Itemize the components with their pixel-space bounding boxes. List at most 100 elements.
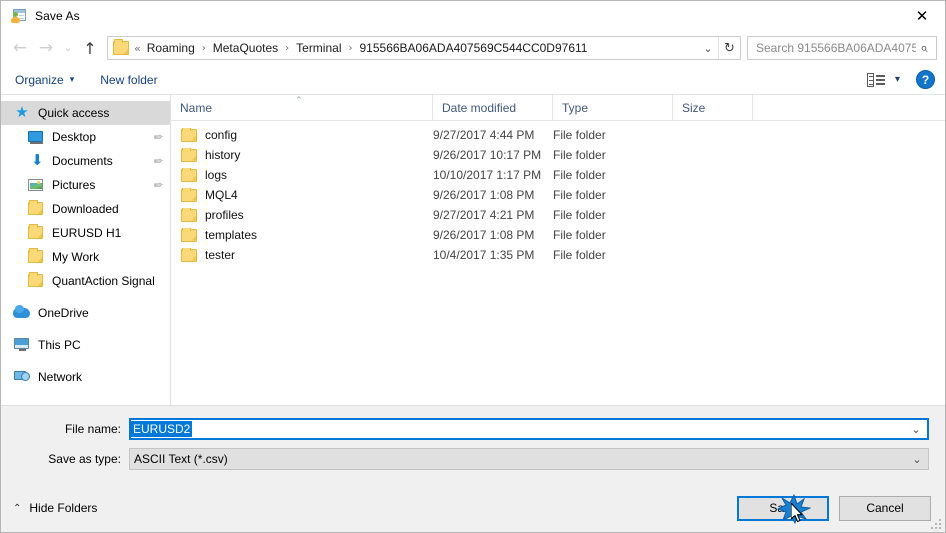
organize-button[interactable]: Organize ▾ — [15, 73, 74, 87]
chevron-up-icon: ⌃ — [13, 502, 22, 514]
dialog-footer: ⌃ Hide Folders Save Cancel — [1, 484, 945, 532]
folder-icon — [181, 128, 197, 142]
folder-icon — [181, 168, 197, 182]
breadcrumb-separator: › — [348, 42, 353, 54]
folder-icon — [27, 224, 45, 241]
breadcrumb-item-guid[interactable]: 915566BA06ADA407569C544CC0D97611 — [358, 41, 590, 55]
save-as-type-select[interactable]: ASCII Text (*.csv) ⌄ — [129, 448, 929, 470]
type-cell: File folder — [553, 208, 606, 222]
table-row[interactable]: history 9/26/2017 10:17 PM File folder — [171, 145, 945, 165]
chevron-down-icon: ▾ — [69, 74, 75, 85]
file-name-cell: templates — [171, 228, 433, 242]
sidebar-item-network[interactable]: Network — [1, 365, 170, 389]
pin-icon[interactable]: ✐ — [150, 177, 165, 193]
file-name-input[interactable]: EURUSD2 ⌄ — [129, 418, 929, 440]
column-header-type[interactable]: Type — [553, 95, 673, 120]
hide-folders-button[interactable]: ⌃ Hide Folders — [13, 501, 97, 515]
folder-icon — [27, 272, 45, 289]
column-headers: Name ⌃ Date modified Type Size — [171, 95, 945, 121]
cancel-button[interactable]: Cancel — [839, 495, 931, 521]
forward-icon[interactable]: → — [33, 35, 59, 61]
view-layout-icon[interactable] — [866, 72, 885, 87]
file-name-label: MQL4 — [205, 188, 238, 202]
column-header-date-modified[interactable]: Date modified — [433, 95, 553, 120]
table-row[interactable]: config 9/27/2017 4:44 PM File folder — [171, 125, 945, 145]
file-name-label: templates — [205, 228, 258, 242]
breadcrumb-item-terminal[interactable]: Terminal — [294, 41, 343, 55]
documents-icon: ⬇ — [31, 151, 44, 169]
table-row[interactable]: templates 9/26/2017 1:08 PM File folder — [171, 225, 945, 245]
sidebar-item-documents[interactable]: ⬇ Documents ✐ — [1, 149, 170, 173]
close-icon[interactable]: ✕ — [899, 1, 945, 31]
save-form: File name: EURUSD2 ⌄ Save as type: ASCII… — [1, 406, 945, 484]
sidebar-item-label: QuantAction Signal — [52, 274, 155, 288]
search-input[interactable]: Search 915566BA06ADA40756... — [756, 41, 916, 55]
sidebar-item-label: This PC — [38, 338, 81, 352]
address-bar[interactable]: « Roaming › MetaQuotes › Terminal › 9155… — [107, 36, 741, 60]
column-header-label: Name — [180, 100, 213, 115]
sidebar-item-label: Desktop — [52, 130, 97, 144]
pin-icon[interactable]: ✐ — [150, 129, 165, 145]
desktop-icon — [27, 129, 45, 145]
file-name-label: File name: — [64, 422, 121, 436]
folder-icon — [113, 39, 129, 55]
date-modified-cell: 9/26/2017 10:17 PM — [433, 148, 542, 162]
dialog-content: ★ Quick access Desktop ✐ ⬇ Documents ✐ P… — [1, 95, 945, 406]
breadcrumb-prefix: « — [134, 41, 141, 55]
sidebar-item-quantaction-signal[interactable]: QuantAction Signal — [1, 269, 170, 293]
breadcrumb-item-metaquotes[interactable]: MetaQuotes — [211, 41, 280, 55]
type-cell: File folder — [553, 248, 606, 262]
search-box[interactable]: Search 915566BA06ADA40756... ⌕ — [747, 36, 937, 60]
type-cell: File folder — [553, 168, 606, 182]
window-title: Save As — [35, 9, 80, 23]
type-cell: File folder — [553, 128, 606, 142]
pin-icon[interactable]: ✐ — [150, 153, 165, 169]
breadcrumb-item-roaming[interactable]: Roaming — [145, 41, 197, 55]
command-bar: Organize ▾ New folder ▾ ? — [1, 65, 945, 95]
column-header-label: Size — [682, 100, 706, 115]
search-icon: ⌕ — [920, 40, 928, 56]
sidebar-item-eurusd-h1[interactable]: EURUSD H1 — [1, 221, 170, 245]
sidebar-item-this-pc[interactable]: This PC — [1, 333, 170, 357]
sidebar-item-label: Documents — [52, 154, 113, 168]
sidebar-item-onedrive[interactable]: OneDrive — [1, 301, 170, 325]
help-icon[interactable]: ? — [916, 70, 935, 89]
column-header-label: Date modified — [442, 100, 517, 115]
date-modified-cell: 9/26/2017 1:08 PM — [433, 228, 535, 242]
sidebar-item-label: Quick access — [38, 106, 110, 120]
star-icon: ★ — [15, 103, 29, 121]
recent-locations-icon[interactable]: ⌄ — [59, 35, 77, 61]
chevron-down-icon[interactable]: ⌄ — [698, 37, 718, 59]
up-icon[interactable]: ↑ — [77, 35, 103, 61]
sidebar-item-label: OneDrive — [38, 306, 89, 320]
file-name-label: config — [205, 128, 238, 142]
chevron-down-icon[interactable]: ⌄ — [906, 453, 928, 466]
table-row[interactable]: logs 10/10/2017 1:17 PM File folder — [171, 165, 945, 185]
sidebar-item-my-work[interactable]: My Work — [1, 245, 170, 269]
table-row[interactable]: MQL4 9/26/2017 1:08 PM File folder — [171, 185, 945, 205]
save-as-type-row: Save as type: ASCII Text (*.csv) ⌄ — [1, 448, 929, 470]
title-bar: Save As ✕ — [1, 1, 945, 31]
sidebar-item-desktop[interactable]: Desktop ✐ — [1, 125, 170, 149]
table-row[interactable]: tester 10/4/2017 1:35 PM File folder — [171, 245, 945, 265]
table-row[interactable]: profiles 9/27/2017 4:21 PM File folder — [171, 205, 945, 225]
navigation-bar: ← → ⌄ ↑ « Roaming › MetaQuotes › Termina… — [1, 31, 945, 65]
save-button[interactable]: Save — [737, 495, 829, 521]
file-name-cell: tester — [171, 248, 433, 262]
file-name-label: logs — [205, 168, 228, 182]
onedrive-icon — [13, 305, 31, 321]
chevron-down-icon[interactable]: ▾ — [895, 74, 900, 85]
new-folder-button[interactable]: New folder — [100, 73, 157, 87]
sidebar-item-pictures[interactable]: Pictures ✐ — [1, 173, 170, 197]
sidebar-item-downloaded[interactable]: Downloaded — [1, 197, 170, 221]
refresh-icon[interactable]: ↻ — [718, 37, 740, 59]
folder-icon — [181, 228, 197, 242]
column-header-size[interactable]: Size — [673, 95, 753, 120]
type-cell: File folder — [553, 188, 606, 202]
back-icon[interactable]: ← — [7, 35, 33, 61]
sidebar-item-quick-access[interactable]: ★ Quick access — [1, 101, 170, 125]
organize-label: Organize — [15, 72, 64, 87]
chevron-down-icon[interactable]: ⌄ — [905, 423, 927, 436]
column-header-name[interactable]: Name ⌃ — [171, 95, 433, 120]
resize-grip[interactable] — [929, 517, 941, 529]
